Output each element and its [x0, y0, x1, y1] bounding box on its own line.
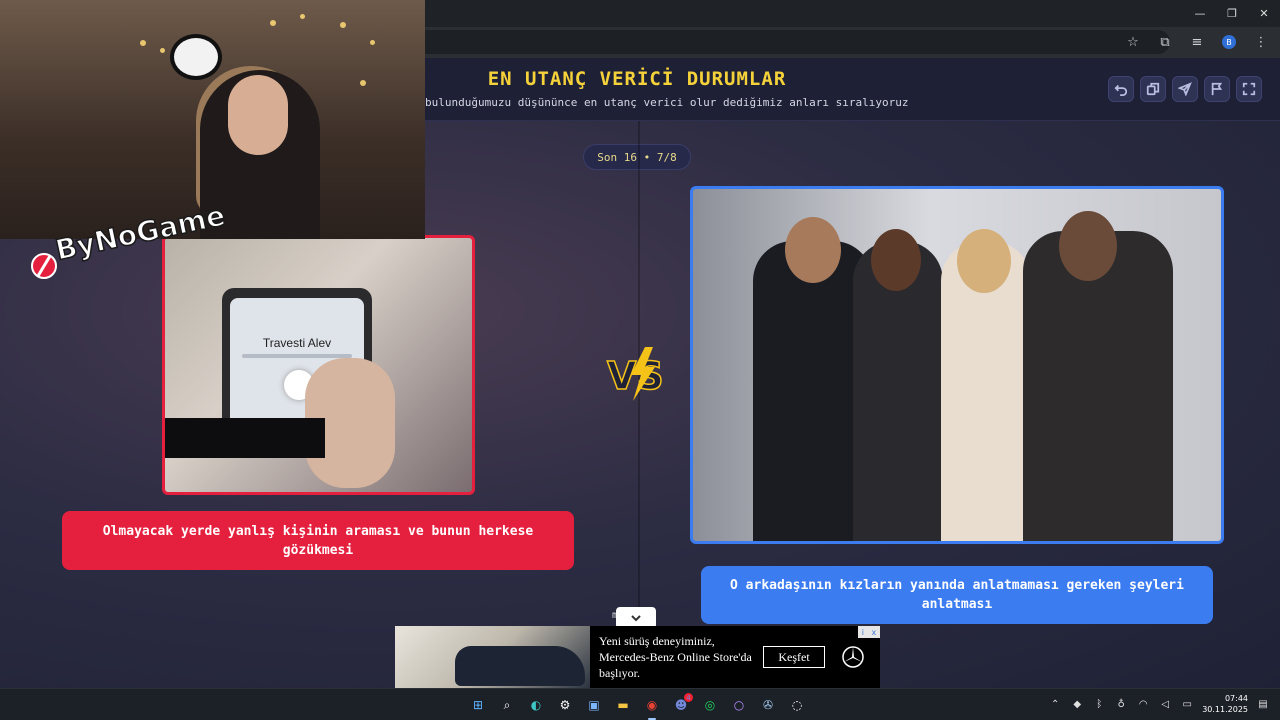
- chrome-icon[interactable]: ◉: [640, 693, 664, 720]
- wifi-icon[interactable]: ◠: [1136, 693, 1150, 715]
- store-icon[interactable]: ▣: [582, 693, 606, 717]
- share-button[interactable]: [1172, 76, 1198, 102]
- ad-banner[interactable]: Yeni sürüş deneyiminiz, Mercedes-Benz On…: [395, 626, 880, 688]
- settings-icon[interactable]: ⚙: [553, 693, 577, 717]
- round-indicator: Son 16 • 7/8: [583, 144, 691, 170]
- flag-icon: [1211, 82, 1223, 96]
- ad-image: [395, 626, 590, 688]
- taskbar: ⊞ ⌕ ◐ ⚙ ▣ ▬ ◉ ☻ 4 ◎ ○ ✇ ◌ ⌃ ◆ ᛒ ♁ ◠ ◁ ▭ 0…: [0, 688, 1280, 720]
- person-head: [871, 229, 921, 291]
- svg-text:VS: VS: [607, 354, 664, 398]
- file-explorer-icon[interactable]: ▬: [611, 693, 635, 717]
- page-title: EN UTANÇ VERİCİ DURUMLAR: [487, 68, 787, 90]
- webcam-overlay: [0, 0, 425, 239]
- discord-icon[interactable]: ☻ 4: [669, 693, 693, 717]
- person-head: [957, 229, 1011, 293]
- volume-icon[interactable]: ◁: [1158, 693, 1172, 715]
- flag-button[interactable]: [1204, 76, 1230, 102]
- ad-close-icon[interactable]: x: [872, 628, 877, 637]
- chevron-up-icon[interactable]: ⌃: [1048, 693, 1062, 715]
- svg-text:ByNoGame: ByNoGame: [53, 210, 228, 267]
- vs-icon: VS: [606, 347, 665, 401]
- microphone-icon[interactable]: ♁: [1114, 693, 1128, 715]
- undo-icon: [1114, 84, 1128, 96]
- undo-button[interactable]: [1108, 76, 1134, 102]
- fullscreen-button[interactable]: [1236, 76, 1262, 102]
- ad-close[interactable]: i x: [858, 626, 880, 638]
- ad-car: [455, 646, 585, 686]
- close-icon[interactable]: ✕: [1248, 0, 1280, 27]
- share-icon: [1178, 82, 1192, 96]
- copy-icon: [1146, 82, 1160, 96]
- notification-badge: 4: [684, 693, 693, 702]
- phone-caller-name: Travesti Alev: [262, 336, 332, 350]
- person-head: [785, 217, 841, 283]
- split-divider: [638, 121, 640, 688]
- page-subtitle: bulunduğumuzu düşününce en utanç verici …: [425, 96, 909, 109]
- windows-start-icon[interactable]: ⊞: [466, 693, 490, 717]
- address-bar[interactable]: [300, 30, 1170, 54]
- notification-icon[interactable]: ▤: [1256, 693, 1270, 715]
- streamer-face: [228, 75, 288, 155]
- panda-plush: [170, 34, 222, 80]
- restore-icon[interactable]: ❐: [1216, 0, 1248, 27]
- clock[interactable]: 07:44 30.11.2025: [1202, 693, 1248, 715]
- ad-text: Yeni sürüş deneyiminiz, Mercedes-Benz On…: [599, 634, 752, 680]
- left-option-caption[interactable]: Olmayacak yerde yanlış kişinin araması v…: [62, 511, 574, 570]
- steam-icon[interactable]: ✇: [756, 693, 780, 717]
- minimize-icon[interactable]: —: [1184, 0, 1216, 27]
- person-head: [1059, 211, 1117, 281]
- app-icon[interactable]: ○: [727, 693, 751, 717]
- bluetooth-icon[interactable]: ᛒ: [1092, 693, 1106, 715]
- search-icon[interactable]: ⌕: [495, 693, 519, 717]
- tray-app-icon[interactable]: ◆: [1070, 693, 1084, 715]
- edge-icon[interactable]: ◐: [524, 693, 548, 717]
- ad-info-icon[interactable]: i: [862, 628, 864, 637]
- extensions-icon[interactable]: ⧉: [1154, 31, 1176, 53]
- censor-bar: [165, 418, 325, 458]
- clock-time: 07:44: [1224, 694, 1248, 703]
- media-controls-icon[interactable]: ≡: [1186, 31, 1208, 53]
- ad-cta-button[interactable]: Keşfet: [763, 646, 825, 668]
- profile-icon[interactable]: B: [1218, 31, 1240, 53]
- bynogame-logo: ByNoGame: [31, 210, 228, 279]
- clock-date: 30.11.2025: [1202, 705, 1248, 714]
- spotify-icon[interactable]: ◎: [698, 693, 722, 717]
- chevron-down-icon: [631, 615, 641, 622]
- fullscreen-icon: [1242, 82, 1256, 96]
- obs-icon[interactable]: ◌: [785, 693, 809, 717]
- right-option-image[interactable]: [690, 186, 1224, 544]
- copy-button[interactable]: [1140, 76, 1166, 102]
- menu-icon[interactable]: ⋮: [1250, 31, 1272, 53]
- mercedes-logo-icon: [842, 646, 864, 668]
- right-option-caption[interactable]: O arkadaşının kızların yanında anlatmama…: [701, 566, 1213, 624]
- battery-icon[interactable]: ▭: [1180, 693, 1194, 715]
- bookmark-star-icon[interactable]: ☆: [1122, 31, 1144, 53]
